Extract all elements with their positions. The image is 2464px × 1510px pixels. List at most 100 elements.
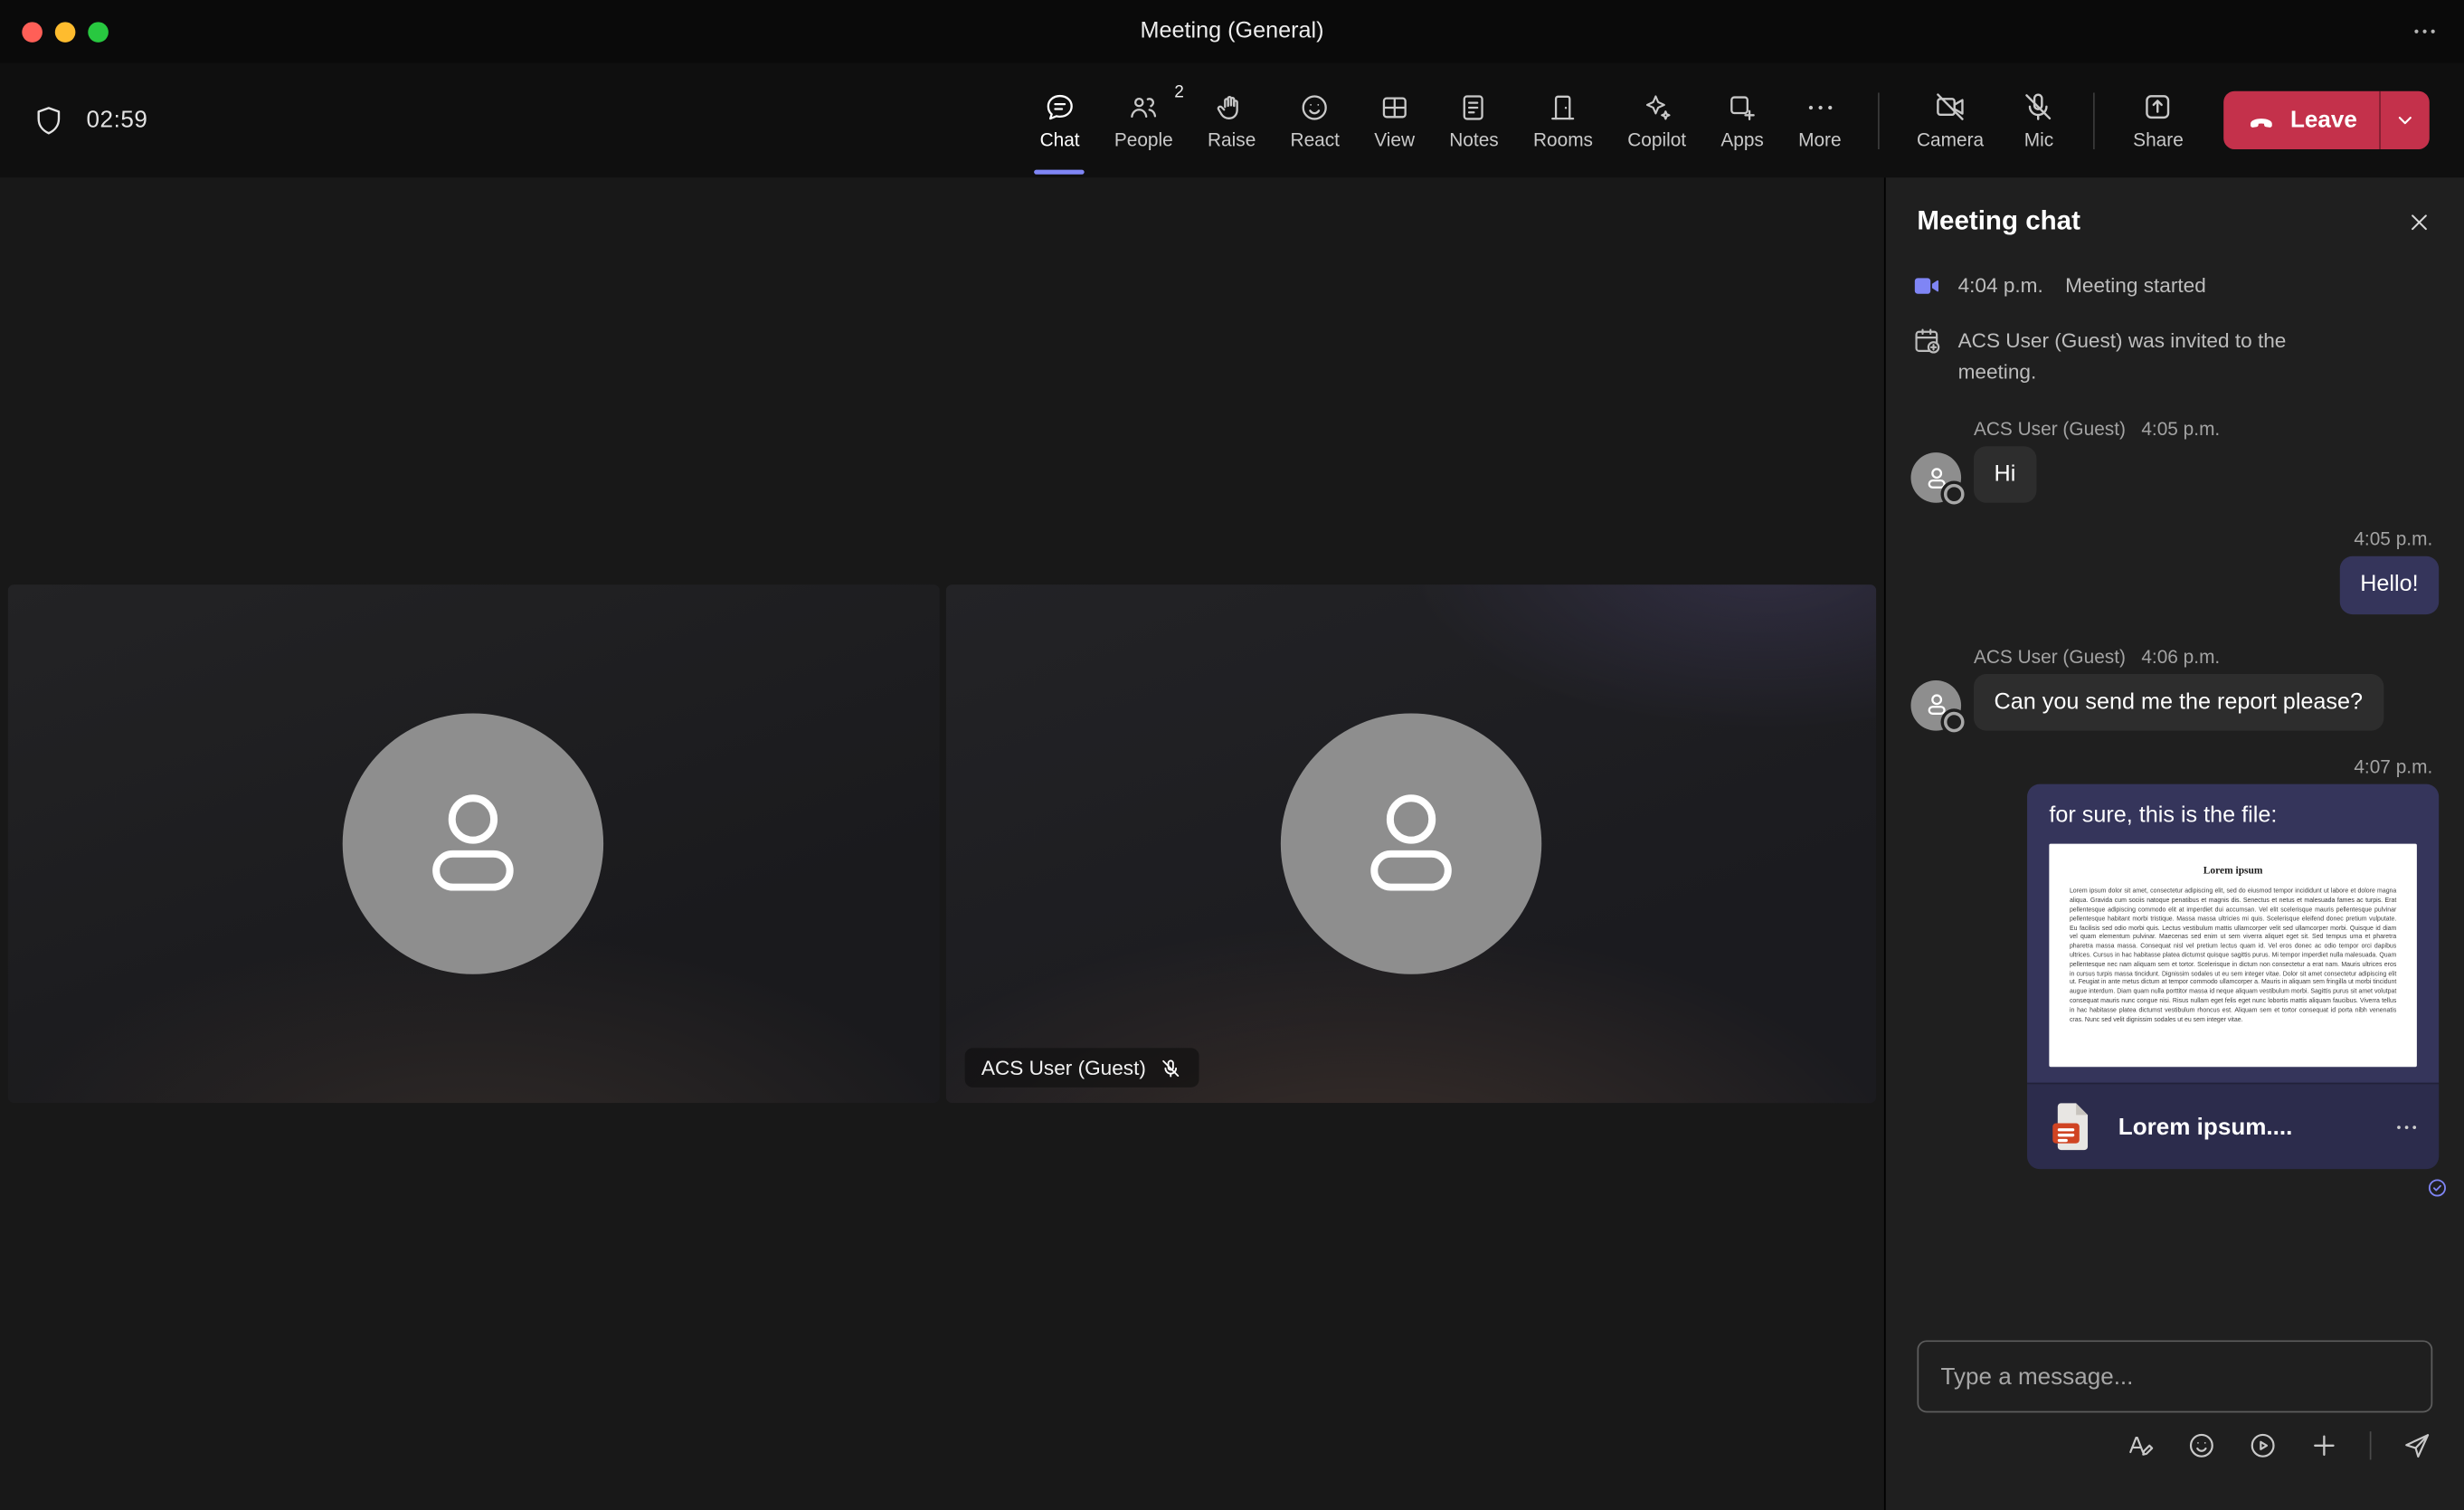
message-input[interactable] [1938, 1361, 2412, 1391]
participant-avatar [343, 713, 604, 974]
attachment-options-icon[interactable] [2393, 1114, 2421, 1141]
tab-raise[interactable]: Raise [1190, 62, 1274, 177]
more-ellipsis-icon [1804, 90, 1836, 124]
camera-off-icon [1933, 90, 1967, 124]
tab-notes-label: Notes [1449, 128, 1499, 151]
leave-button[interactable]: Leave [2224, 91, 2379, 149]
message-author: ACS User (Guest) [1973, 417, 2126, 441]
teams-meeting-window: Meeting (General) 02:59 Chat 2 People Ra… [0, 0, 2464, 1510]
tab-raise-label: Raise [1207, 128, 1256, 151]
mic-label: Mic [2023, 128, 2054, 151]
file-icon [2046, 1100, 2099, 1154]
tab-apps[interactable]: Apps [1703, 62, 1781, 177]
message-bubble-outgoing: Hello! [2339, 556, 2440, 614]
tab-copilot[interactable]: Copilot [1610, 62, 1703, 177]
window-more-icon[interactable] [2411, 17, 2439, 45]
message-bubble-outgoing: for sure, this is the file: Lorem ipsum … [2027, 783, 2440, 1170]
tab-view[interactable]: View [1357, 62, 1432, 177]
tab-more-label: More [1798, 128, 1842, 151]
hangup-phone-icon [2246, 104, 2278, 136]
minimize-window-button[interactable] [54, 21, 76, 43]
presence-status-dot [1943, 484, 1965, 506]
file-attachment-card[interactable]: Lorem ipsum.... [2027, 1082, 2440, 1170]
participant-name: ACS User (Guest) [981, 1056, 1146, 1080]
calendar-add-icon [1910, 326, 1942, 357]
message-time: 4:07 p.m. [2354, 755, 2433, 778]
camera-label: Camera [1916, 128, 1985, 151]
video-camera-icon [1910, 271, 1942, 302]
event-text: ACS User (Guest) was invited to the meet… [1957, 328, 2287, 383]
titlebar: Meeting (General) [0, 0, 2464, 63]
toolbar-divider [1877, 91, 1880, 149]
chat-header: Meeting chat [1886, 177, 2464, 246]
leave-button-group: Leave [2223, 90, 2430, 149]
people-icon [1127, 90, 1160, 124]
preview-document-body: Lorem ipsum dolor sit amet, consectetur … [2069, 887, 2397, 1022]
tab-rooms-label: Rooms [1532, 128, 1593, 151]
mic-button[interactable]: Mic [2003, 90, 2075, 151]
content-area: ACS User (Guest) Meeting chat 4:04 p.m. … [0, 177, 2464, 1510]
chevron-down-icon [2393, 109, 2417, 132]
tab-people[interactable]: 2 People [1097, 62, 1190, 177]
tab-rooms[interactable]: Rooms [1516, 62, 1610, 177]
message-header: ACS User (Guest) 4:06 p.m. [1974, 645, 2439, 667]
window-controls [0, 21, 109, 43]
incoming-message-row: Hi [1910, 446, 2439, 506]
preview-document-title: Lorem ipsum [2203, 866, 2263, 878]
tab-notes[interactable]: Notes [1432, 62, 1516, 177]
file-name: Lorem ipsum.... [2118, 1113, 2293, 1141]
person-icon [432, 794, 515, 891]
send-icon[interactable] [2402, 1429, 2433, 1461]
event-time: 4:04 p.m. [1957, 273, 2043, 298]
meeting-timer: 02:59 [86, 107, 148, 134]
muted-mic-icon [1161, 1057, 1182, 1078]
message-bubble: Hi [1973, 446, 2036, 504]
window-title: Meeting (General) [1140, 18, 1324, 44]
tab-react[interactable]: React [1273, 62, 1357, 177]
camera-button[interactable]: Camera [1898, 90, 2003, 151]
sender-avatar[interactable] [1910, 679, 1965, 733]
tab-more[interactable]: More [1781, 62, 1859, 177]
fullscreen-window-button[interactable] [88, 21, 109, 43]
people-count-badge: 2 [1174, 83, 1184, 102]
video-clip-icon[interactable] [2247, 1429, 2279, 1461]
share-label: Share [2133, 128, 2184, 151]
close-window-button[interactable] [22, 21, 43, 43]
sender-avatar[interactable] [1910, 452, 1965, 506]
mic-off-icon [2022, 90, 2056, 124]
leave-options-button[interactable] [2379, 90, 2430, 149]
tab-view-label: View [1374, 128, 1416, 151]
presence-status-dot [1943, 711, 1965, 733]
emoji-icon[interactable] [2186, 1429, 2218, 1461]
event-text: Meeting started [2065, 273, 2206, 298]
chat-message-list[interactable]: 4:04 p.m. Meeting started ACS User (Gues… [1886, 247, 2464, 1331]
participant-name-tag: ACS User (Guest) [963, 1048, 1199, 1087]
shield-icon [32, 103, 66, 138]
message-author: ACS User (Guest) [1973, 645, 2126, 668]
chat-title: Meeting chat [1917, 205, 2080, 236]
chat-icon [1043, 90, 1076, 124]
message-bubble: Can you send me the report please? [1973, 673, 2383, 731]
person-icon [1369, 794, 1452, 891]
tab-copilot-label: Copilot [1627, 128, 1687, 151]
message-header: ACS User (Guest) 4:05 p.m. [1974, 418, 2439, 440]
chat-panel: Meeting chat 4:04 p.m. Meeting started A… [1883, 177, 2464, 1510]
tab-chat[interactable]: Chat [1022, 62, 1096, 177]
compose-toolbar [1917, 1425, 2432, 1466]
format-icon[interactable] [2125, 1429, 2156, 1461]
apps-icon [1726, 90, 1758, 124]
message-text: for sure, this is the file: [2049, 802, 2278, 829]
tab-chat-label: Chat [1039, 128, 1080, 151]
tab-people-label: People [1114, 128, 1173, 151]
message-input-box[interactable] [1917, 1340, 2433, 1413]
message-time: 4:05 p.m. [2354, 528, 2433, 551]
notes-icon [1457, 90, 1490, 124]
react-smiley-icon [1299, 90, 1332, 124]
attach-plus-icon[interactable] [2308, 1429, 2340, 1461]
share-button[interactable]: Share [2114, 90, 2202, 151]
close-chat-button[interactable] [2406, 208, 2433, 235]
file-preview-thumbnail[interactable]: Lorem ipsum Lorem ipsum dolor sit amet, … [2049, 843, 2417, 1068]
video-tile [7, 584, 940, 1104]
scale-wrapper: Meeting (General) 02:59 Chat 2 People Ra… [0, 0, 2464, 1510]
raise-hand-icon [1215, 90, 1247, 124]
